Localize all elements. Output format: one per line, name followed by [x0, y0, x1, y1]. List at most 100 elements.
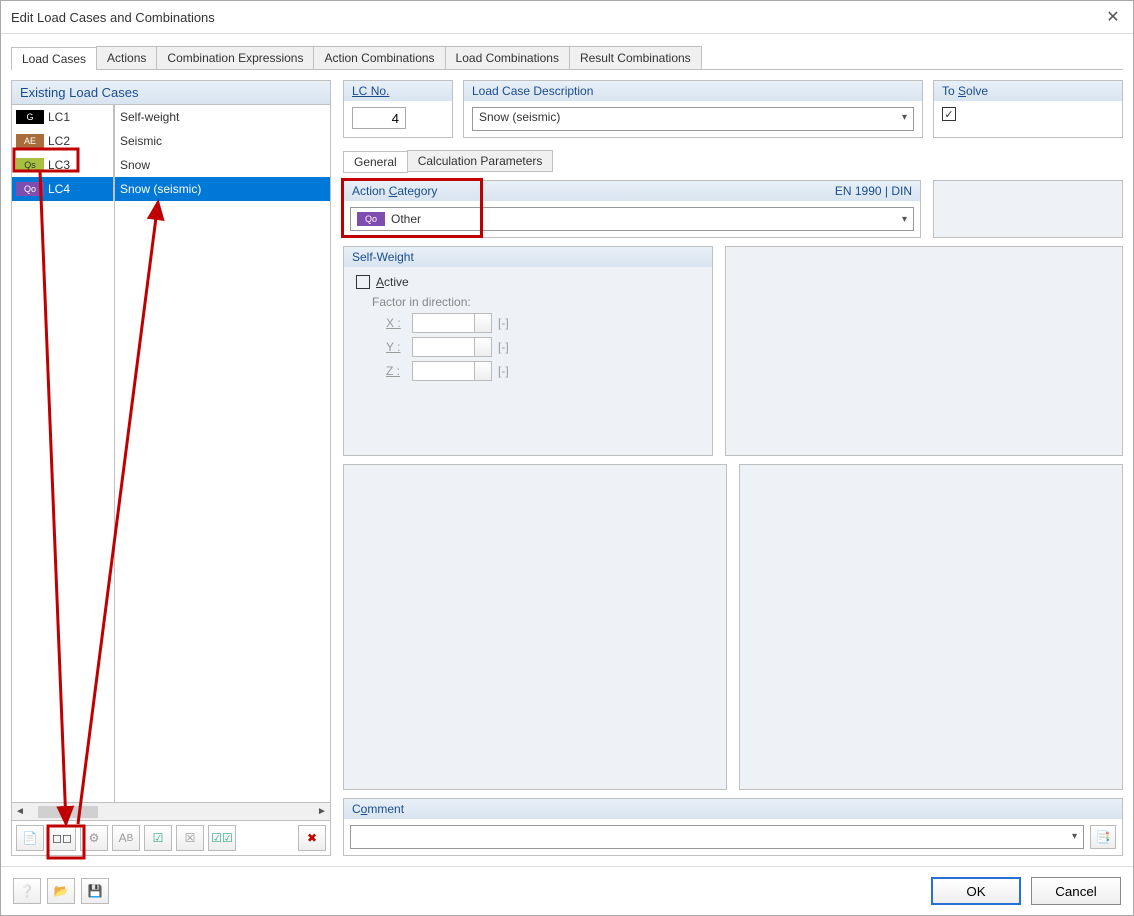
- check-toggle-2[interactable]: ☒: [176, 825, 204, 851]
- row-tag-cell: Qs LC3: [12, 153, 114, 177]
- active-label: Active: [376, 275, 409, 289]
- tag-ae-icon: AE: [16, 134, 44, 148]
- comment-header: Comment: [344, 799, 1122, 819]
- unit-y: [-]: [498, 340, 509, 354]
- blank-panel-3: [739, 464, 1123, 790]
- comment-group: Comment 📑: [343, 798, 1123, 856]
- unit-z: [-]: [498, 364, 509, 378]
- unit-x: [-]: [498, 316, 509, 330]
- list-row-lc2[interactable]: AE LC2 Seismic: [12, 129, 330, 153]
- cases-toolbar: 📄 ◻◻ ⚙ AB ☑ ☒ ☑☑ ✖: [12, 820, 330, 855]
- general-area: Action Category EN 1990 | DIN Qo Other: [343, 180, 1123, 856]
- row-id: LC1: [48, 110, 70, 124]
- row-desc: Snow: [114, 158, 330, 172]
- tag-qo-icon: Qo: [357, 212, 385, 226]
- row-tag-cell: G LC1: [12, 105, 114, 129]
- factor-x-row: X : ▲▼ [-]: [386, 313, 700, 333]
- factor-y-row: Y : ▲▼ [-]: [386, 337, 700, 357]
- row-desc: Self-weight: [114, 110, 330, 124]
- existing-cases-header: Existing Load Cases: [12, 81, 330, 105]
- to-solve-checkbox[interactable]: ✓: [942, 107, 956, 121]
- lc-desc-header: Load Case Description: [464, 81, 922, 101]
- action-category-group: Action Category EN 1990 | DIN Qo Other: [343, 180, 921, 238]
- self-weight-group: Self-Weight Active Factor in direction: …: [343, 246, 713, 456]
- standard-label: EN 1990 | DIN: [835, 184, 912, 198]
- check-toggle-3[interactable]: ☑☑: [208, 825, 236, 851]
- factor-x-input[interactable]: ▲▼: [412, 313, 492, 333]
- right-panel: LC No. Load Case Description Snow (seism…: [343, 80, 1123, 856]
- subtab-general[interactable]: General: [343, 151, 408, 173]
- axis-y-label: Y :: [386, 340, 406, 354]
- tab-load-combo[interactable]: Load Combinations: [445, 46, 570, 69]
- tab-load-cases[interactable]: Load Cases: [11, 47, 97, 70]
- tab-actions[interactable]: Actions: [96, 46, 157, 69]
- factor-z-input[interactable]: ▲▼: [412, 361, 492, 381]
- tab-combo-expr[interactable]: Combination Expressions: [156, 46, 314, 69]
- subtab-calc-params[interactable]: Calculation Parameters: [407, 150, 554, 172]
- row-tag-cell: AE LC2: [12, 129, 114, 153]
- cases-list[interactable]: G LC1 Self-weight AE LC2 Seismic Qs LC3 Snow Qo LC…: [12, 105, 330, 802]
- scroll-left-icon[interactable]: ◄: [12, 806, 28, 817]
- row-id: LC2: [48, 134, 70, 148]
- action-cat-row: Action Category EN 1990 | DIN Qo Other: [343, 180, 1123, 238]
- scroll-right-icon[interactable]: ►: [314, 806, 330, 817]
- lc-desc-group: Load Case Description Snow (seismic): [463, 80, 923, 138]
- ok-button[interactable]: OK: [931, 877, 1021, 905]
- tool-button-3[interactable]: ⚙: [80, 825, 108, 851]
- column-divider: [114, 105, 115, 802]
- hscroll[interactable]: ◄ ►: [12, 802, 330, 820]
- help-button[interactable]: ❔: [13, 878, 41, 904]
- bottom-bar: ❔ 📂 💾 OK Cancel: [1, 866, 1133, 915]
- list-row-lc1[interactable]: G LC1 Self-weight: [12, 105, 330, 129]
- row-desc: Snow (seismic): [114, 182, 330, 196]
- open-button[interactable]: 📂: [47, 878, 75, 904]
- close-icon[interactable]: ✕: [1103, 7, 1123, 27]
- row-id: LC3: [48, 158, 70, 172]
- row-tag-cell: Qo LC4: [12, 177, 114, 201]
- subtabs: General Calculation Parameters: [343, 150, 1123, 172]
- row-id: LC4: [48, 182, 70, 196]
- tab-action-combo[interactable]: Action Combinations: [313, 46, 445, 69]
- lc-no-group: LC No.: [343, 80, 453, 138]
- content-area: Existing Load Cases G LC1 Self-weight AE LC2…: [1, 70, 1133, 866]
- list-row-lc3[interactable]: Qs LC3 Snow: [12, 153, 330, 177]
- existing-cases-panel: Existing Load Cases G LC1 Self-weight AE LC2…: [11, 80, 331, 856]
- tag-qo-icon: Qo: [16, 182, 44, 196]
- axis-x-label: X :: [386, 316, 406, 330]
- tag-qs-icon: Qs: [16, 158, 44, 172]
- lc-no-header: LC No.: [344, 81, 452, 101]
- check-toggle-1[interactable]: ☑: [144, 825, 172, 851]
- comment-input[interactable]: [350, 825, 1084, 849]
- window-title: Edit Load Cases and Combinations: [11, 10, 215, 25]
- dialog: Edit Load Cases and Combinations ✕ Load …: [0, 0, 1134, 916]
- copy-case-button[interactable]: ◻◻: [48, 825, 76, 851]
- action-category-header: Action Category EN 1990 | DIN: [344, 181, 920, 201]
- tab-result-combo[interactable]: Result Combinations: [569, 46, 702, 69]
- factor-label: Factor in direction:: [372, 295, 700, 309]
- action-category-select[interactable]: Qo Other: [350, 207, 914, 231]
- list-row-lc4[interactable]: Qo LC4 Snow (seismic): [12, 177, 330, 201]
- comment-library-button[interactable]: 📑: [1090, 825, 1116, 849]
- scroll-thumb[interactable]: [38, 806, 98, 818]
- top-fields-row: LC No. Load Case Description Snow (seism…: [343, 80, 1123, 138]
- row-desc: Seismic: [114, 134, 330, 148]
- factor-y-input[interactable]: ▲▼: [412, 337, 492, 357]
- save-button[interactable]: 💾: [81, 878, 109, 904]
- tag-g-icon: G: [16, 110, 44, 124]
- action-category-value: Other: [391, 212, 421, 226]
- lc-desc-select[interactable]: Snow (seismic): [472, 107, 914, 131]
- blank-panel-2: [343, 464, 727, 790]
- new-case-button[interactable]: 📄: [16, 825, 44, 851]
- self-weight-header: Self-Weight: [344, 247, 712, 267]
- to-solve-header: To Solve: [934, 81, 1122, 101]
- lc-desc-value: Snow (seismic): [479, 110, 560, 124]
- active-checkbox[interactable]: [356, 275, 370, 289]
- tool-button-4[interactable]: AB: [112, 825, 140, 851]
- blank-panel-1: [725, 246, 1123, 456]
- cancel-button[interactable]: Cancel: [1031, 877, 1121, 905]
- mid-row: Self-Weight Active Factor in direction: …: [343, 246, 1123, 456]
- delete-button[interactable]: ✖: [298, 825, 326, 851]
- lc-no-input[interactable]: [352, 107, 406, 129]
- action-cat-side-panel: [933, 180, 1123, 238]
- factor-z-row: Z : ▲▼ [-]: [386, 361, 700, 381]
